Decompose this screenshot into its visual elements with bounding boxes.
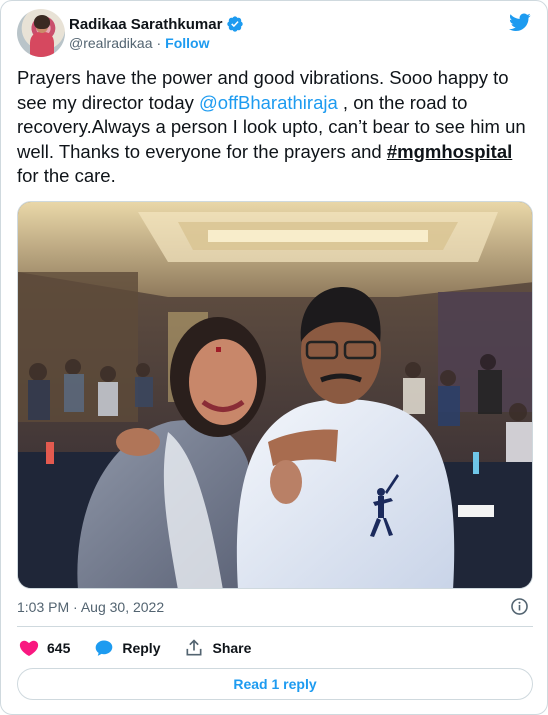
tweet-text: Prayers have the power and good vibratio… bbox=[17, 66, 529, 189]
tweet-actions: 645 Reply Share bbox=[19, 637, 275, 659]
follow-button[interactable]: Follow bbox=[165, 35, 209, 51]
tweet-text-part: for the care. bbox=[17, 165, 116, 186]
divider bbox=[17, 626, 533, 627]
tweet-timestamp[interactable]: 1:03 PM · Aug 30, 2022 bbox=[17, 599, 164, 615]
share-label: Share bbox=[212, 640, 252, 656]
separator-dot: · bbox=[156, 35, 162, 51]
separator-dot: · bbox=[73, 599, 78, 615]
share-icon bbox=[186, 639, 202, 656]
verified-badge-icon bbox=[227, 16, 244, 32]
tweet-photo[interactable] bbox=[17, 201, 533, 589]
reply-button[interactable]: Reply bbox=[94, 638, 160, 658]
mention-link[interactable]: @offBharathiraja bbox=[199, 92, 338, 113]
tweet-header: Radikaa Sarathkumar @realradikaa · Follo… bbox=[17, 9, 533, 57]
reply-bubble-icon bbox=[96, 640, 113, 656]
reply-label: Reply bbox=[122, 640, 161, 656]
like-count: 645 bbox=[47, 640, 71, 656]
hashtag-text: #mgmhospital bbox=[386, 140, 513, 162]
like-button[interactable]: 645 bbox=[19, 638, 70, 658]
read-replies-button[interactable]: Read 1 reply bbox=[17, 668, 533, 700]
author-name[interactable]: Radikaa Sarathkumar bbox=[69, 16, 222, 33]
tweet-card: Radikaa Sarathkumar @realradikaa · Follo… bbox=[0, 0, 548, 715]
author-name-row: Radikaa Sarathkumar bbox=[69, 15, 244, 33]
twitter-bird-icon[interactable] bbox=[507, 11, 533, 33]
heart-icon bbox=[19, 640, 39, 656]
hashtag-link[interactable]: #mgmhospital bbox=[387, 141, 512, 162]
tweet-date: Aug 30, 2022 bbox=[80, 599, 165, 615]
author-handle[interactable]: @realradikaa bbox=[69, 35, 152, 51]
event-photo-image bbox=[18, 202, 532, 588]
avatar[interactable] bbox=[17, 9, 65, 57]
tweet-time: 1:03 PM bbox=[17, 599, 70, 615]
info-icon[interactable] bbox=[510, 597, 529, 616]
share-button[interactable]: Share bbox=[184, 638, 251, 658]
author-handle-row: @realradikaa · Follow bbox=[69, 35, 209, 51]
